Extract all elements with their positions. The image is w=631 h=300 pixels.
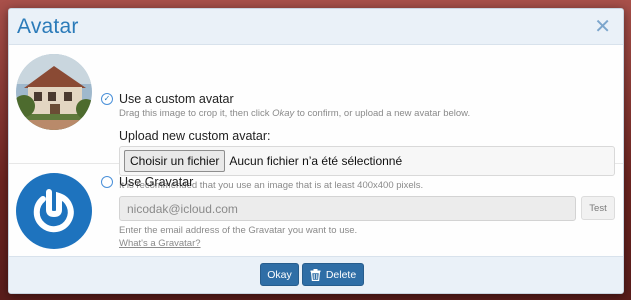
crop-hint-emphasis: Okay xyxy=(272,108,295,119)
delete-label: Delete xyxy=(325,268,357,281)
gravatar-hint: Enter the email address of the Gravatar … xyxy=(119,225,358,236)
avatar-dialog: Avatar ✕ ✓ Use a custom avatar Drag this… xyxy=(8,8,624,294)
custom-avatar-label: Use a custom avatar xyxy=(119,92,234,106)
custom-avatar-option[interactable]: ✓ Use a custom avatar xyxy=(101,92,234,106)
dialog-header: Avatar ✕ xyxy=(9,9,623,45)
custom-avatar-radio[interactable]: ✓ xyxy=(101,93,113,105)
whats-gravatar-link[interactable]: What's a Gravatar? xyxy=(119,238,201,249)
gravatar-email-input[interactable]: nicodak@icloud.com xyxy=(119,196,576,221)
gravatar-symbol xyxy=(33,189,74,233)
dialog-footer: Okay Delete xyxy=(9,256,623,293)
gravatar-section: Use Gravatar nicodak@icloud.com Test Ent… xyxy=(9,164,623,258)
gravatar-label: Use Gravatar xyxy=(119,175,194,189)
crop-hint-part2: to confirm, or upload a new avatar below… xyxy=(294,108,471,119)
upload-label: Upload new custom avatar: xyxy=(119,129,271,143)
gravatar-logo-icon xyxy=(16,173,92,249)
crop-hint-part1: Drag this image to crop it, then click xyxy=(119,108,273,119)
okay-label: Okay xyxy=(267,268,292,281)
gravatar-radio[interactable] xyxy=(101,176,113,188)
trash-icon xyxy=(310,268,321,281)
house-photo xyxy=(16,54,92,130)
dialog-title: Avatar xyxy=(17,14,79,38)
okay-button[interactable]: Okay xyxy=(260,263,299,286)
close-icon[interactable]: ✕ xyxy=(594,17,611,37)
gravatar-option[interactable]: Use Gravatar xyxy=(101,175,193,189)
custom-avatar-section: ✓ Use a custom avatar Drag this image to… xyxy=(9,45,623,191)
delete-button[interactable]: Delete xyxy=(302,263,364,286)
crop-hint: Drag this image to crop it, then click O… xyxy=(119,108,470,119)
avatar-image[interactable] xyxy=(16,54,92,130)
test-button[interactable]: Test xyxy=(581,196,615,220)
